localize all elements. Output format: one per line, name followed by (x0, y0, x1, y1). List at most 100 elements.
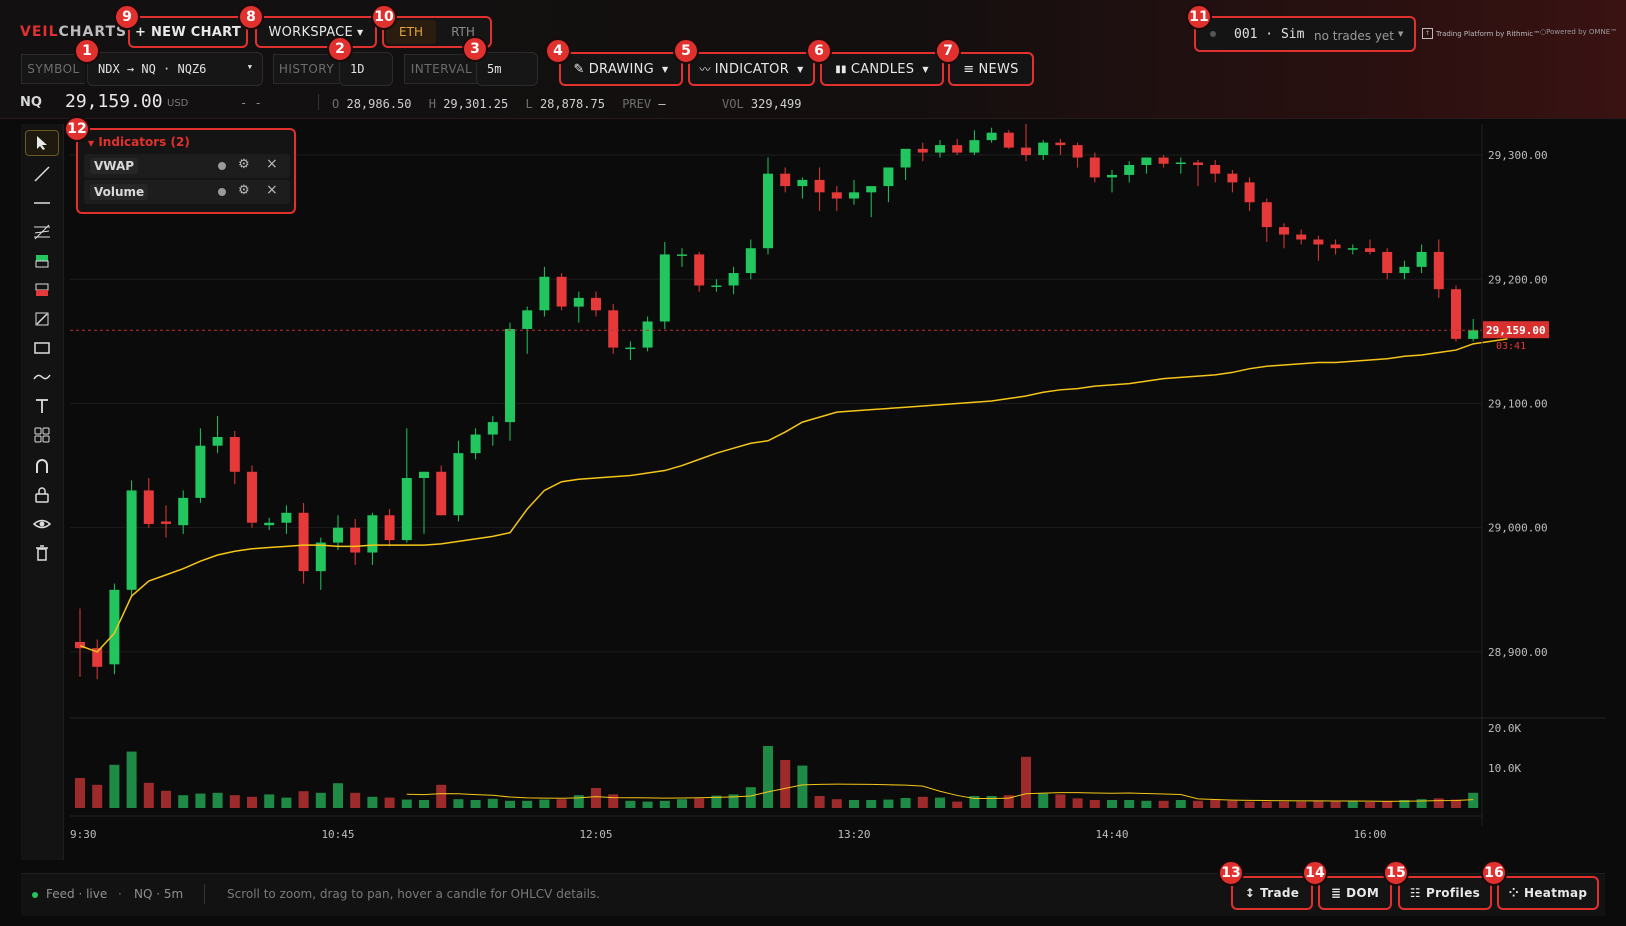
interval-label-text: INTERVAL (410, 62, 473, 76)
volume-bar (539, 799, 550, 808)
account-selector[interactable]: 001 · Sim no trades yet ▼ (1194, 16, 1416, 52)
volume-bar (1433, 798, 1444, 808)
drawing-dropdown[interactable]: ✎ DRAWING ▼ (559, 52, 683, 86)
candle-body (178, 497, 189, 526)
candle-body (264, 522, 275, 526)
last-price-label: 29,159.00 (1486, 324, 1546, 337)
visibility-dot-icon[interactable] (218, 188, 226, 196)
workspace-dropdown[interactable]: WORKSPACE ▼ (255, 16, 377, 48)
candle-body (1433, 251, 1444, 290)
candle-body (917, 148, 928, 153)
annotation-badge: 16 (1481, 860, 1507, 886)
trade-button[interactable]: ↕ Trade (1231, 876, 1313, 910)
rithmic-brand: ↑ Trading Platform by Rithmic™ (1422, 28, 1540, 39)
profiles-button[interactable]: ☷ Profiles (1398, 876, 1492, 910)
indicator-row-vwap[interactable]: VWAP ⚙ × (84, 154, 290, 178)
annotation-badge: 6 (806, 38, 832, 64)
delete-drawings-tool[interactable] (25, 540, 59, 566)
cursor-tool[interactable] (25, 130, 59, 156)
annotation-badge: 11 (1186, 4, 1212, 30)
indicator-row-volume[interactable]: Volume ⚙ × (84, 180, 290, 204)
trendline-tool[interactable] (25, 161, 59, 187)
candle-body (419, 471, 429, 478)
candle-body (1089, 157, 1100, 178)
candle-body (1382, 251, 1393, 274)
dom-button[interactable]: ≣ DOM (1318, 876, 1392, 910)
candle-body (694, 254, 705, 286)
heatmap-button[interactable]: ⁘ Heatmap (1497, 876, 1599, 910)
long-position-tool[interactable] (25, 248, 59, 274)
candle-body (745, 248, 756, 274)
patterns-tool[interactable] (25, 422, 59, 448)
interval-input[interactable]: 5m (476, 52, 538, 86)
open-label: O (332, 97, 340, 111)
volume-bar (505, 800, 515, 808)
horizontal-line-tool[interactable] (25, 190, 59, 216)
candle-body (1365, 248, 1375, 252)
indicators-panel: ▼ Indicators (2) VWAP ⚙ × Volume ⚙ × (76, 128, 296, 214)
text-icon (36, 399, 48, 413)
candle-body (1313, 239, 1324, 245)
settings-gear-icon[interactable]: ⚙ (238, 183, 250, 198)
parallel-channel-tool[interactable] (25, 219, 59, 245)
volume-bar (333, 783, 343, 808)
rectangle-tool[interactable] (25, 335, 59, 361)
candle-body (333, 527, 343, 543)
volume-bar (109, 764, 120, 808)
brush-tool[interactable] (25, 364, 59, 390)
indicators-panel-header[interactable]: ▼ Indicators (2) (88, 135, 190, 149)
annotation-badge: 14 (1302, 860, 1328, 886)
candle-body (1210, 164, 1221, 174)
profiles-label: Profiles (1425, 886, 1481, 900)
lock-tool[interactable] (25, 482, 59, 508)
drawing-toolbar (21, 124, 64, 860)
close-icon[interactable]: × (266, 182, 278, 198)
candle-body (883, 167, 894, 187)
visibility-tool[interactable] (25, 511, 59, 537)
volume-bar (1158, 800, 1169, 808)
text-tool[interactable] (25, 393, 59, 419)
rithmic-logo-icon: ↑ (1422, 28, 1433, 39)
prev-value: – (658, 97, 666, 111)
volume-bar (1193, 800, 1203, 808)
short-position-tool[interactable] (25, 277, 59, 303)
magnet-tool[interactable] (25, 453, 59, 479)
candle-body (505, 328, 515, 423)
bar-countdown-label: 03:41 (1496, 341, 1526, 352)
volume-bar (780, 760, 791, 808)
volume-bar (1038, 793, 1049, 808)
volume-bar (1021, 756, 1031, 808)
magnet-icon (36, 459, 48, 473)
heatmap-icon: ⁘ (1508, 886, 1520, 900)
visibility-dot-icon[interactable] (218, 162, 226, 170)
close-icon[interactable]: × (266, 156, 278, 172)
live-status-dot-icon (32, 892, 38, 898)
indicator-dropdown[interactable]: 〰 INDICATOR ▼ (688, 52, 815, 86)
candle-body (866, 186, 877, 193)
quote-last-price: 29,159.00 (65, 91, 163, 112)
chart-background (70, 124, 1606, 860)
divider (204, 884, 205, 904)
volume-bar (298, 791, 309, 808)
volume-bar (556, 799, 567, 808)
volume-bar (917, 796, 928, 808)
volume-bar (178, 795, 189, 808)
annotation-badge: 10 (371, 4, 397, 30)
time-tick-label: 16:00 (1353, 828, 1386, 841)
price-chart[interactable]: 29,300.00 29,200.00 29,100.00 29,000.00 28,9… (70, 124, 1606, 860)
history-label-text: HISTORY (278, 62, 335, 76)
measure-tool[interactable] (25, 306, 59, 332)
volume-bar (315, 792, 326, 808)
new-chart-button[interactable]: + NEW CHART (128, 16, 248, 48)
volume-bar (1107, 800, 1117, 808)
account-status: no trades yet (1314, 29, 1395, 43)
candles-dropdown[interactable]: ▮▮ CANDLES ▼ (820, 52, 944, 86)
symbol-selector[interactable]: NDX → NQ · NQZ6 ▼ (87, 52, 263, 86)
status-dot-icon (1210, 31, 1216, 37)
settings-gear-icon[interactable]: ⚙ (238, 157, 250, 172)
time-tick-label: 14:40 (1095, 828, 1128, 841)
news-button[interactable]: ≡ NEWS (948, 52, 1034, 86)
candle-body (969, 140, 980, 153)
candle-body (1468, 330, 1479, 339)
candle-body (453, 453, 464, 516)
